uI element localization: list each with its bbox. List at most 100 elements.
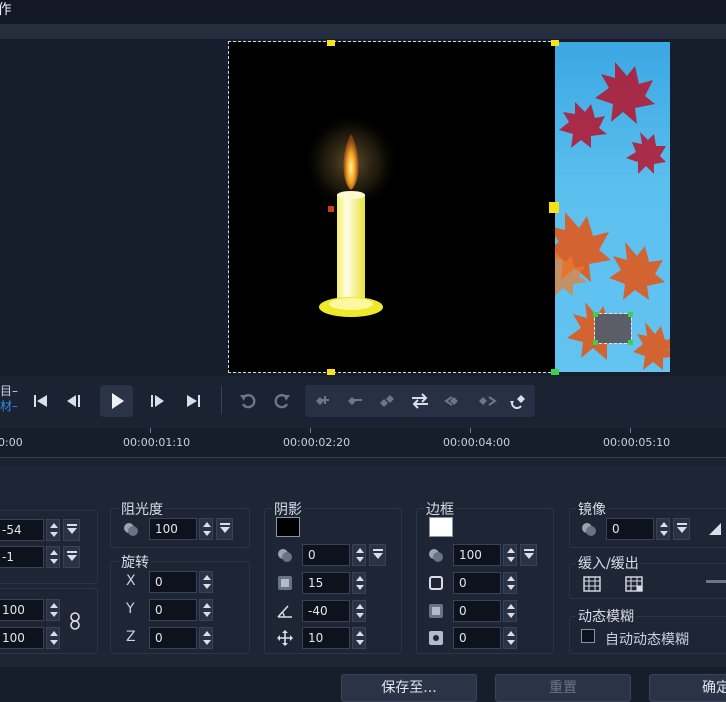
rotation-title: 旋转 [119, 552, 151, 572]
resize-handle[interactable] [593, 340, 598, 345]
ruler-tick: 00:00:04:00 [443, 436, 511, 449]
rotation-x-spinner[interactable] [199, 571, 213, 593]
shadow-color-swatch[interactable] [276, 517, 300, 537]
border-corner-spinner[interactable] [503, 627, 517, 649]
ruler-mark [150, 428, 151, 433]
skip-end-icon[interactable] [182, 388, 204, 414]
border-opacity-input[interactable]: 100 [453, 544, 501, 566]
overlay-photo[interactable] [555, 42, 670, 372]
keyframe-track[interactable] [0, 459, 726, 467]
prev-keyframe-icon[interactable] [442, 388, 466, 414]
rotation-z-spinner[interactable] [199, 627, 213, 649]
add-keyframe-icon[interactable] [310, 388, 334, 414]
border-color-swatch[interactable] [429, 517, 453, 537]
reset-keyframe-icon[interactable] [507, 388, 531, 414]
mirror-title: 镜像 [576, 499, 608, 519]
mode-clip-label[interactable]: 材 [0, 399, 12, 413]
position-y-input[interactable]: -1 [0, 546, 44, 568]
resize-handle[interactable] [628, 340, 633, 345]
auto-motion-blur-label: 自动动态模糊 [605, 632, 689, 648]
position-x-spinner[interactable] [46, 519, 60, 541]
window-title: ]作 [0, 2, 12, 18]
shadow-distance-spinner[interactable] [352, 627, 366, 649]
shadow-angle-spinner[interactable] [352, 600, 366, 622]
resize-handle-top[interactable] [327, 40, 335, 46]
size-width-spinner[interactable] [46, 599, 60, 621]
mirror-opacity-icon [580, 520, 598, 538]
reset-button[interactable]: 重置 [495, 674, 631, 702]
mirror-dropdown[interactable] [673, 518, 690, 540]
border-opacity-icon [427, 546, 445, 564]
ease-in-icon[interactable] [582, 575, 602, 593]
size-height-input[interactable]: 100 [0, 627, 44, 649]
position-x-dropdown[interactable] [63, 519, 80, 541]
undo-icon[interactable] [237, 388, 259, 414]
shadow-blur-input[interactable]: 15 [302, 572, 350, 594]
shadow-angle-input[interactable]: -40 [302, 600, 350, 622]
prev-frame-icon[interactable] [63, 388, 85, 414]
opacity-input[interactable]: 100 [149, 518, 197, 540]
candle-image [303, 112, 399, 317]
border-opacity-dropdown[interactable] [520, 544, 537, 566]
shadow-opacity-input[interactable]: 0 [302, 544, 350, 566]
auto-motion-blur-checkbox[interactable] [581, 629, 595, 643]
position-y-dropdown[interactable] [63, 546, 80, 568]
reverse-keyframe-icon[interactable] [374, 388, 398, 414]
link-icon[interactable] [68, 611, 82, 631]
position-x-input[interactable]: -54 [0, 519, 44, 541]
skip-start-icon[interactable] [30, 388, 52, 414]
next-frame-icon[interactable] [146, 388, 168, 414]
mode-toggle[interactable]: 目– 材– [0, 384, 18, 414]
motion-blur-title: 动态模糊 [576, 606, 636, 626]
mode-project-label[interactable]: 目 [0, 384, 12, 398]
swap-icon[interactable] [408, 388, 432, 414]
rotation-y-spinner[interactable] [199, 599, 213, 621]
mirror-spinner[interactable] [656, 518, 670, 540]
mirror-shape-icon[interactable] [706, 520, 726, 538]
border-corner-icon [427, 629, 445, 647]
position-y-spinner[interactable] [46, 546, 60, 568]
play-icon[interactable] [100, 385, 133, 417]
resize-handle[interactable] [628, 312, 633, 317]
border-blur-spinner[interactable] [503, 600, 517, 622]
resize-handle-top-right[interactable] [551, 40, 559, 46]
rotation-y-label: Y [126, 601, 135, 617]
border-opacity-spinner[interactable] [503, 544, 517, 566]
redo-icon[interactable] [271, 388, 293, 414]
opacity-spinner[interactable] [199, 518, 213, 540]
border-corner-input[interactable]: 0 [453, 627, 501, 649]
shadow-opacity-spinner[interactable] [352, 544, 366, 566]
size-height-spinner[interactable] [46, 627, 60, 649]
rotation-x-input[interactable]: 0 [149, 571, 197, 593]
rotation-z-label: Z [126, 629, 136, 645]
remove-keyframe-icon[interactable] [342, 388, 366, 414]
shadow-blur-icon [276, 574, 294, 592]
resize-handle[interactable] [593, 312, 598, 317]
rotation-z-input[interactable]: 0 [149, 627, 197, 649]
border-blur-input[interactable]: 0 [453, 600, 501, 622]
opacity-dropdown[interactable] [216, 518, 233, 540]
ruler-mark [470, 428, 471, 433]
resize-handle-bottom[interactable] [327, 369, 335, 375]
preview-canvas[interactable] [228, 41, 556, 373]
size-width-input[interactable]: 100 [0, 599, 44, 621]
shadow-opacity-dropdown[interactable] [369, 544, 386, 566]
save-to-button[interactable]: 保存至... [341, 674, 477, 702]
resize-handle-right[interactable] [549, 202, 559, 213]
shadow-blur-spinner[interactable] [352, 572, 366, 594]
title-bar: ]作 [0, 0, 726, 24]
toolbar-strip [0, 24, 726, 39]
rotation-y-input[interactable]: 0 [149, 599, 197, 621]
selection-box[interactable] [594, 313, 632, 344]
next-keyframe-icon[interactable] [475, 388, 499, 414]
border-width-spinner[interactable] [503, 572, 517, 594]
resize-handle-bottom-right[interactable] [551, 369, 559, 375]
ease-out-icon[interactable] [624, 575, 644, 593]
border-width-input[interactable]: 0 [453, 572, 501, 594]
shadow-distance-input[interactable]: 10 [302, 627, 350, 649]
mirror-input[interactable]: 0 [606, 518, 654, 540]
ok-button[interactable]: 确定 [649, 674, 726, 702]
border-blur-icon [427, 602, 445, 620]
ease-slider[interactable] [706, 580, 726, 583]
opacity-title: 阻光度 [119, 499, 165, 519]
